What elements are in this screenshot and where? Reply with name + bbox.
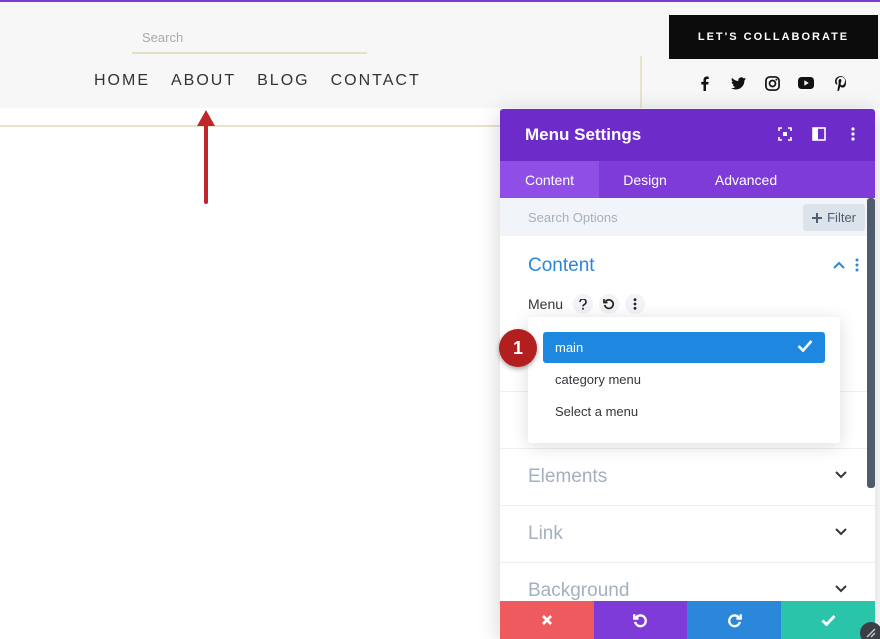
options-search-bar: Filter [500, 198, 875, 236]
elements-section-title: Elements [528, 466, 608, 487]
menu-field-label: Menu [528, 296, 564, 312]
panel-tabs: Content Design Advanced [500, 161, 875, 198]
step-badge: 1 [499, 329, 537, 367]
resize-handle-icon[interactable] [860, 622, 880, 639]
header-vertical-divider [640, 56, 642, 108]
field-options-icon[interactable] [625, 294, 646, 314]
undo-button[interactable] [594, 601, 687, 639]
menu-field-label-row: Menu [528, 294, 646, 314]
elements-section[interactable]: Elements [500, 449, 875, 506]
split-view-icon[interactable] [811, 125, 827, 143]
tab-design[interactable]: Design [599, 161, 691, 198]
link-section-title: Link [528, 523, 563, 544]
reset-icon[interactable] [599, 294, 620, 314]
up-arrow-annotation [197, 110, 215, 204]
chevron-up-icon[interactable] [833, 261, 845, 269]
twitter-icon[interactable] [728, 73, 748, 93]
fullscreen-icon[interactable] [777, 125, 793, 143]
option-label: category menu [555, 372, 641, 387]
menu-option-category-menu[interactable]: category menu [543, 364, 825, 395]
youtube-icon[interactable] [796, 73, 816, 93]
menu-option-main[interactable]: main [543, 332, 825, 363]
checkmark-icon [821, 615, 836, 626]
chevron-down-icon [835, 585, 847, 593]
help-icon[interactable] [573, 294, 594, 314]
redo-button[interactable] [687, 601, 781, 639]
header-divider [0, 125, 500, 127]
panel-action-bar [500, 601, 875, 639]
nav-contact[interactable]: CONTACT [331, 72, 421, 90]
facebook-icon[interactable] [694, 73, 714, 93]
discard-button[interactable] [500, 601, 594, 639]
option-label: main [555, 340, 584, 355]
content-section-title[interactable]: Content [528, 255, 595, 277]
content-section-controls [833, 258, 859, 272]
search-options-input[interactable] [500, 198, 790, 236]
tab-advanced[interactable]: Advanced [691, 161, 801, 198]
nav-blog[interactable]: BLOG [257, 72, 309, 90]
pinterest-icon[interactable] [830, 73, 850, 93]
site-search [132, 22, 367, 54]
panel-header: Menu Settings [500, 109, 875, 161]
social-icons [694, 73, 850, 93]
instagram-icon[interactable] [762, 73, 782, 93]
chevron-down-icon [835, 471, 847, 479]
plus-icon [812, 212, 823, 223]
close-icon [542, 615, 552, 625]
site-search-input[interactable] [132, 22, 367, 52]
panel-title: Menu Settings [525, 125, 642, 144]
background-section-title: Background [528, 580, 630, 601]
chevron-down-icon [835, 528, 847, 536]
redo-icon [727, 613, 742, 627]
more-options-icon[interactable] [845, 125, 861, 143]
option-label: Select a menu [555, 404, 639, 419]
panel-header-icons [777, 125, 861, 143]
nav-home[interactable]: HOME [94, 72, 150, 90]
menu-option-select-a-menu[interactable]: Select a menu [543, 396, 825, 427]
collaborate-button[interactable]: LET'S COLLABORATE [669, 15, 878, 59]
screen: HOME ABOUT BLOG CONTACT LET'S COLLABORAT… [0, 0, 880, 639]
filter-label: Filter [827, 210, 856, 225]
checkmark-icon [797, 340, 813, 352]
nav-about[interactable]: ABOUT [171, 72, 236, 90]
main-nav: HOME ABOUT BLOG CONTACT [94, 72, 421, 90]
tab-content[interactable]: Content [500, 161, 599, 198]
undo-icon [633, 613, 647, 627]
filter-button[interactable]: Filter [803, 204, 865, 231]
menu-select-dropdown: main category menu Select a menu [528, 317, 840, 443]
panel-scrollbar[interactable] [867, 198, 875, 488]
section-options-icon[interactable] [855, 258, 859, 272]
link-section[interactable]: Link [500, 506, 875, 563]
